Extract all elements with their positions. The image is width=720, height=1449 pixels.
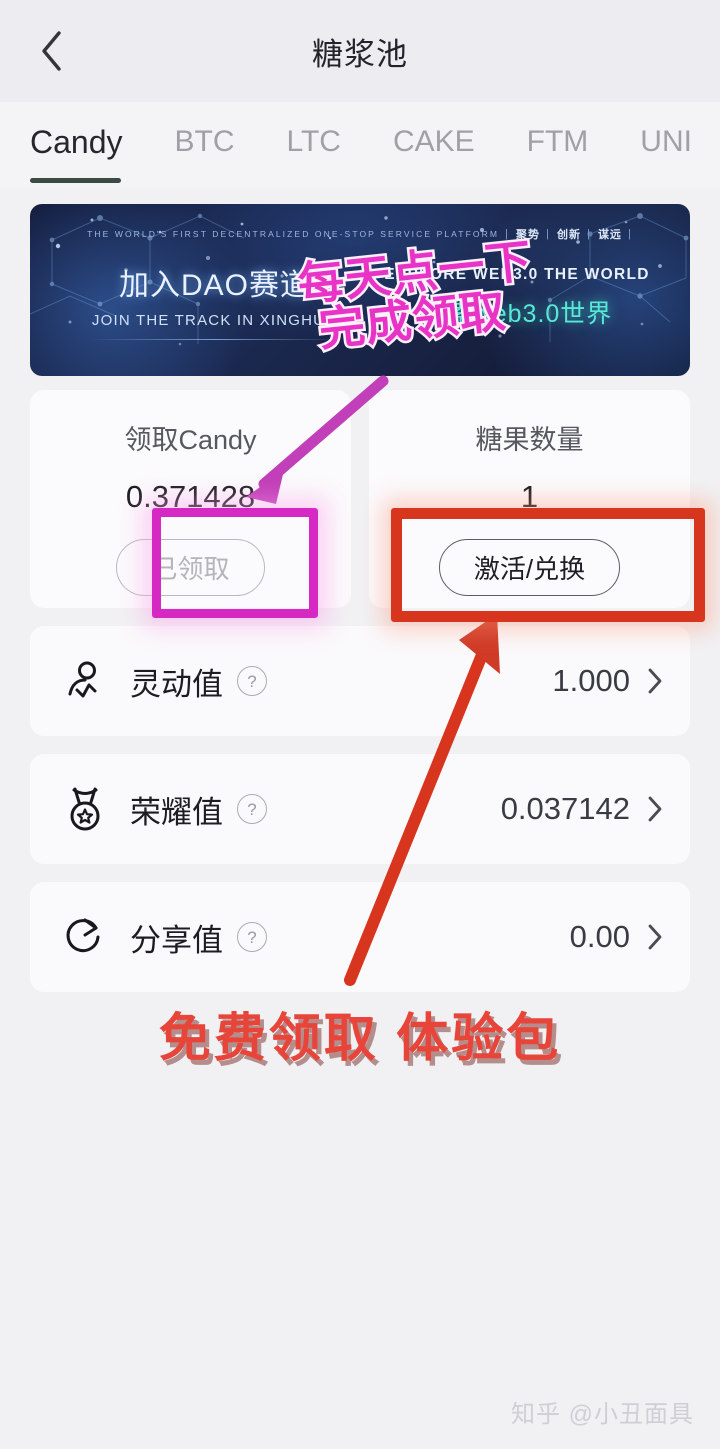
banner-left-title: 加入DAO赛道 — [118, 269, 311, 302]
banner-right-title: EXPLORE WEB3.0 THE WORLD — [384, 266, 650, 283]
chevron-right-icon[interactable] — [646, 666, 664, 696]
help-icon-honor[interactable]: ? — [237, 794, 267, 824]
banner-tagline: THE WORLD'S FIRST DECENTRALIZED ONE-STOP… — [30, 226, 690, 242]
list-item-honor-label: 荣耀值 — [130, 794, 223, 830]
chevron-right-icon[interactable] — [646, 794, 664, 824]
share-rotate-icon — [58, 910, 112, 964]
banner-keyword-2: 谋远 — [597, 229, 622, 241]
list-item-share-value: 0.00 — [569, 919, 630, 954]
person-pulse-icon — [58, 654, 112, 708]
list-item-share[interactable]: 分享值 ? 0.00 — [30, 882, 690, 992]
activate-exchange-button[interactable]: 激活/兑换 — [438, 539, 621, 596]
list-item-share-label: 分享值 — [130, 922, 223, 958]
page-title: 糖浆池 — [312, 36, 408, 72]
claim-candy-card: 领取Candy 0.371428 已领取 — [30, 390, 351, 608]
list-item-agility-label: 灵动值 — [130, 666, 223, 702]
medal-star-icon — [58, 782, 112, 836]
tab-btc[interactable]: BTC — [175, 125, 235, 165]
stat-cards: 领取Candy 0.371428 已领取 糖果数量 1 激活/兑换 — [30, 390, 690, 608]
banner-keyword-0: 聚势 — [516, 229, 540, 241]
app-screen: 糖浆池 Candy BTC LTC CAKE FTM UNI THE WORLD… — [0, 0, 720, 1449]
banner-left-subtitle: JOIN THE TRACK IN XINGHUO — [91, 312, 339, 329]
tab-candy[interactable]: Candy — [30, 124, 123, 183]
claim-candy-value: 0.371428 — [125, 479, 256, 514]
claim-candy-title: 领取Candy — [124, 425, 257, 455]
banner-left-block: 加入DAO赛道 JOIN THE TRACK IN XINGHUO — [70, 260, 360, 340]
banner-sep-2: | — [586, 228, 592, 240]
list-item-honor-value: 0.037142 — [500, 791, 630, 826]
main-content: THE WORLD'S FIRST DECENTRALIZED ONE-STOP… — [0, 204, 720, 992]
tab-cake[interactable]: CAKE — [393, 125, 475, 165]
banner-tagline-en: THE WORLD'S FIRST DECENTRALIZED ONE-STOP… — [87, 229, 500, 239]
list-item-agility-value: 1.000 — [552, 663, 630, 698]
banner-keyword-1: 创新 — [556, 229, 581, 241]
banner-right-block: EXPLORE WEB3.0 THE WORLD 探索web3.0世界 — [372, 266, 662, 330]
banner-sep-1: | — [546, 228, 551, 240]
watermark: 知乎 @小丑面具 — [510, 1401, 694, 1428]
candy-amount-title: 糖果数量 — [475, 425, 584, 455]
banner-right-subtitle: 探索web3.0世界 — [421, 300, 613, 328]
candy-amount-value: 1 — [520, 479, 539, 514]
list-item-agility[interactable]: 灵动值 ? 1.000 — [30, 626, 690, 736]
help-icon-share[interactable]: ? — [237, 922, 267, 952]
claim-button[interactable]: 已领取 — [116, 539, 265, 596]
help-icon-agility[interactable]: ? — [237, 666, 267, 696]
banner-sep-0: | — [505, 228, 510, 240]
banner-divider — [90, 339, 340, 340]
back-button[interactable] — [28, 28, 74, 74]
tab-bar[interactable]: Candy BTC LTC CAKE FTM UNI — [0, 102, 720, 188]
banner-sep-3: | — [627, 228, 633, 240]
chevron-right-icon[interactable] — [646, 922, 664, 952]
list-item-honor[interactable]: 荣耀值 ? 0.037142 — [30, 754, 690, 864]
tab-ftm[interactable]: FTM — [527, 125, 589, 165]
chevron-left-icon — [37, 29, 65, 73]
tab-ltc[interactable]: LTC — [287, 125, 341, 165]
tab-uni[interactable]: UNI — [640, 125, 692, 165]
annotation-bottom-text: 免费领取 体验包 — [158, 1010, 562, 1068]
app-header: 糖浆池 — [0, 0, 720, 102]
promo-banner[interactable]: THE WORLD'S FIRST DECENTRALIZED ONE-STOP… — [30, 204, 690, 376]
candy-amount-card: 糖果数量 1 激活/兑换 — [369, 390, 690, 608]
